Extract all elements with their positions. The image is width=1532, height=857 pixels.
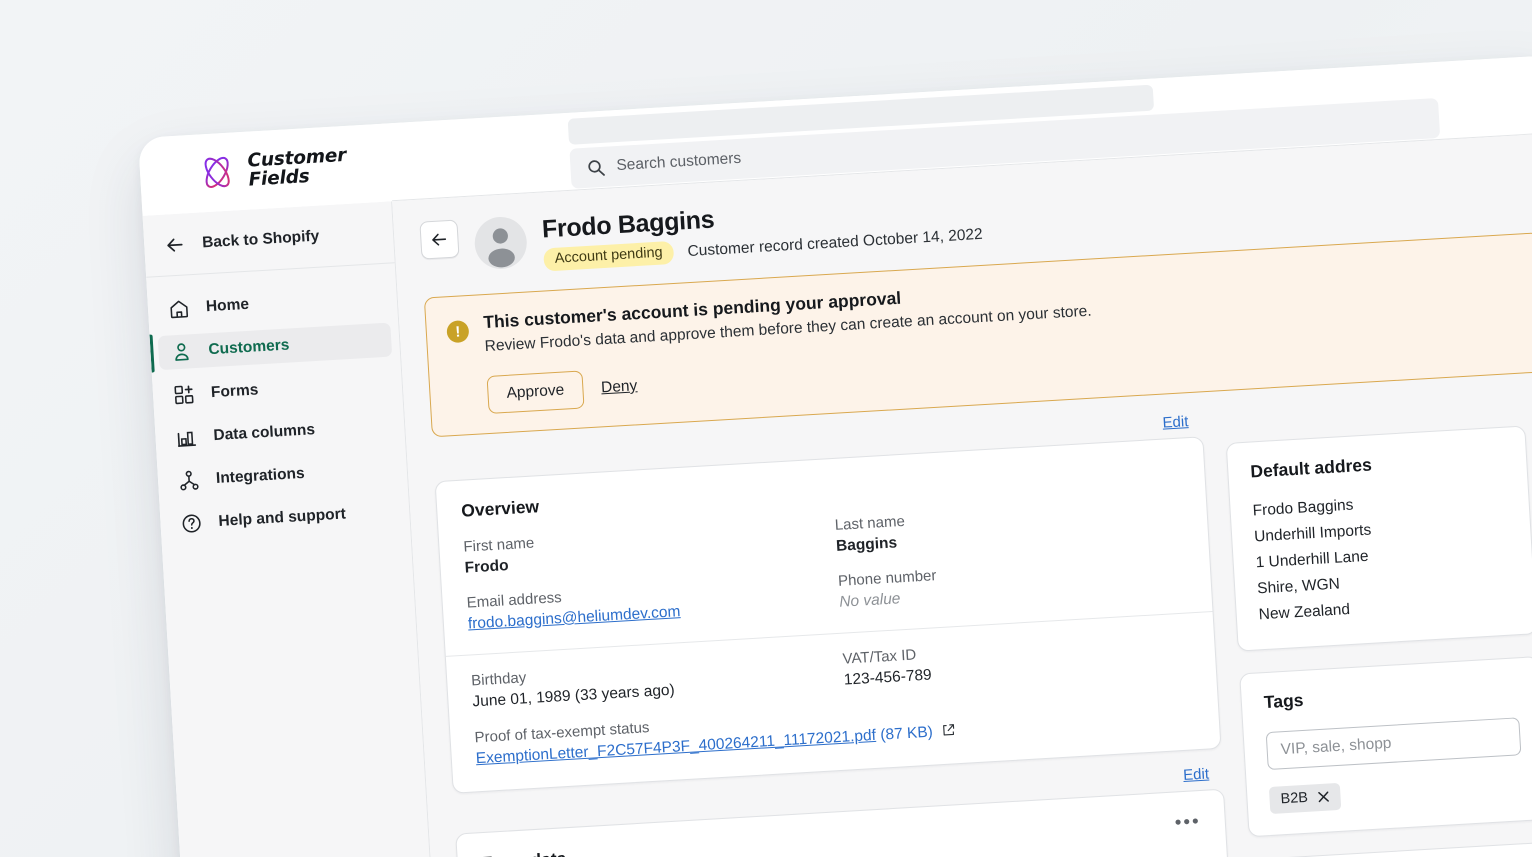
alert-exclamation-icon: ! [446,320,470,344]
overview-edit-link[interactable]: Edit [1162,413,1189,431]
back-to-shopify-label: Back to Shopify [201,227,320,251]
tags-card-title: Tags [1263,689,1304,713]
overview-card: Overview First name Frodo Last name Bagg… [434,436,1222,794]
sidebar-item-customers[interactable]: Customers [157,322,393,371]
tags-card: Tags VIP, sale, shopp B2B [1239,656,1532,838]
sidebar-item-data-columns[interactable]: Data columns [163,408,398,456]
main-content: Frodo Baggins Account pending Customer r… [392,132,1532,857]
deny-link[interactable]: Deny [594,368,644,407]
banner-actions: Approve Deny [486,341,1096,414]
arrow-left-icon [167,238,183,252]
address-lines: Frodo Baggins Underhill Imports 1 Underh… [1252,484,1513,629]
brand-logo-block[interactable]: Customer Fields [195,139,429,194]
external-link-icon[interactable] [942,723,956,742]
right-column: Default addres Frodo Baggins Underhill I… [1223,387,1532,857]
search-icon [588,159,605,176]
tags-input[interactable]: VIP, sale, shopp [1265,717,1522,771]
approve-button[interactable]: Approve [486,370,585,414]
form-data-edit-link[interactable]: Edit [1183,766,1210,784]
sidebar-item-forms[interactable]: Forms [160,366,395,414]
forms-add-icon [174,385,194,405]
search-placeholder: Search customers [615,149,742,175]
sidebar-item-label: Forms [210,381,259,402]
form-data-card-title: Form data [481,848,567,857]
app-window: Customer Fields Search customers Back to… [138,55,1532,857]
sidebar-item-label: Data columns [213,421,316,445]
attachment-file-size: (87 KB) [879,723,934,744]
tag-chip-label: B2B [1280,789,1309,808]
question-circle-icon [182,514,201,533]
brand-line-2: Fields [248,166,311,191]
banner-body: This customer's account is pending your … [483,277,1096,414]
sidebar-item-label: Help and support [218,505,347,530]
sidebar-nav-list: Home Customers Forms Data columns Integr… [146,263,410,542]
screenshot-stage: Customer Fields Search customers Back to… [0,0,1532,857]
more-horizontal-icon[interactable]: ••• [1174,811,1201,833]
details-card: Details Accepts marketin [1250,841,1532,857]
crossed-ellipses-logo-icon [204,156,230,188]
left-column: Edit Overview First name Frodo Last name… [433,406,1237,857]
close-icon[interactable] [1317,789,1332,804]
sidebar-item-home[interactable]: Home [155,280,390,328]
tag-chip[interactable]: B2B [1268,782,1342,814]
avatar-person-icon [488,228,515,268]
arrow-left-icon [432,233,447,246]
content-columns: Edit Overview First name Frodo Last name… [407,384,1532,857]
sidebar: Back to Shopify Home Customers Forms Dat… [142,201,441,857]
sidebar-item-label: Home [205,295,250,316]
sidebar-item-label: Customers [207,336,290,359]
back-button[interactable] [419,219,460,260]
tags-input-placeholder: VIP, sale, shopp [1280,734,1392,759]
integrations-node-icon [180,470,199,491]
sidebar-item-integrations[interactable]: Integrations [165,451,400,499]
default-address-title: Default addres [1249,454,1373,482]
customer-title-block: Frodo Baggins Account pending Customer r… [541,189,983,272]
bar-chart-icon [177,431,197,447]
avatar [473,215,529,271]
sidebar-item-label: Integrations [215,464,306,488]
user-icon [175,343,189,361]
body: Back to Shopify Home Customers Forms Dat… [142,132,1532,857]
brand-name: Customer Fields [247,145,348,191]
default-address-card: Default addres Frodo Baggins Underhill I… [1225,425,1532,652]
column-header: Newsletter sign up [1003,850,1204,857]
home-icon [170,300,189,319]
status-badge: Account pending [543,240,675,272]
sidebar-item-help-and-support[interactable]: Help and support [168,494,403,542]
